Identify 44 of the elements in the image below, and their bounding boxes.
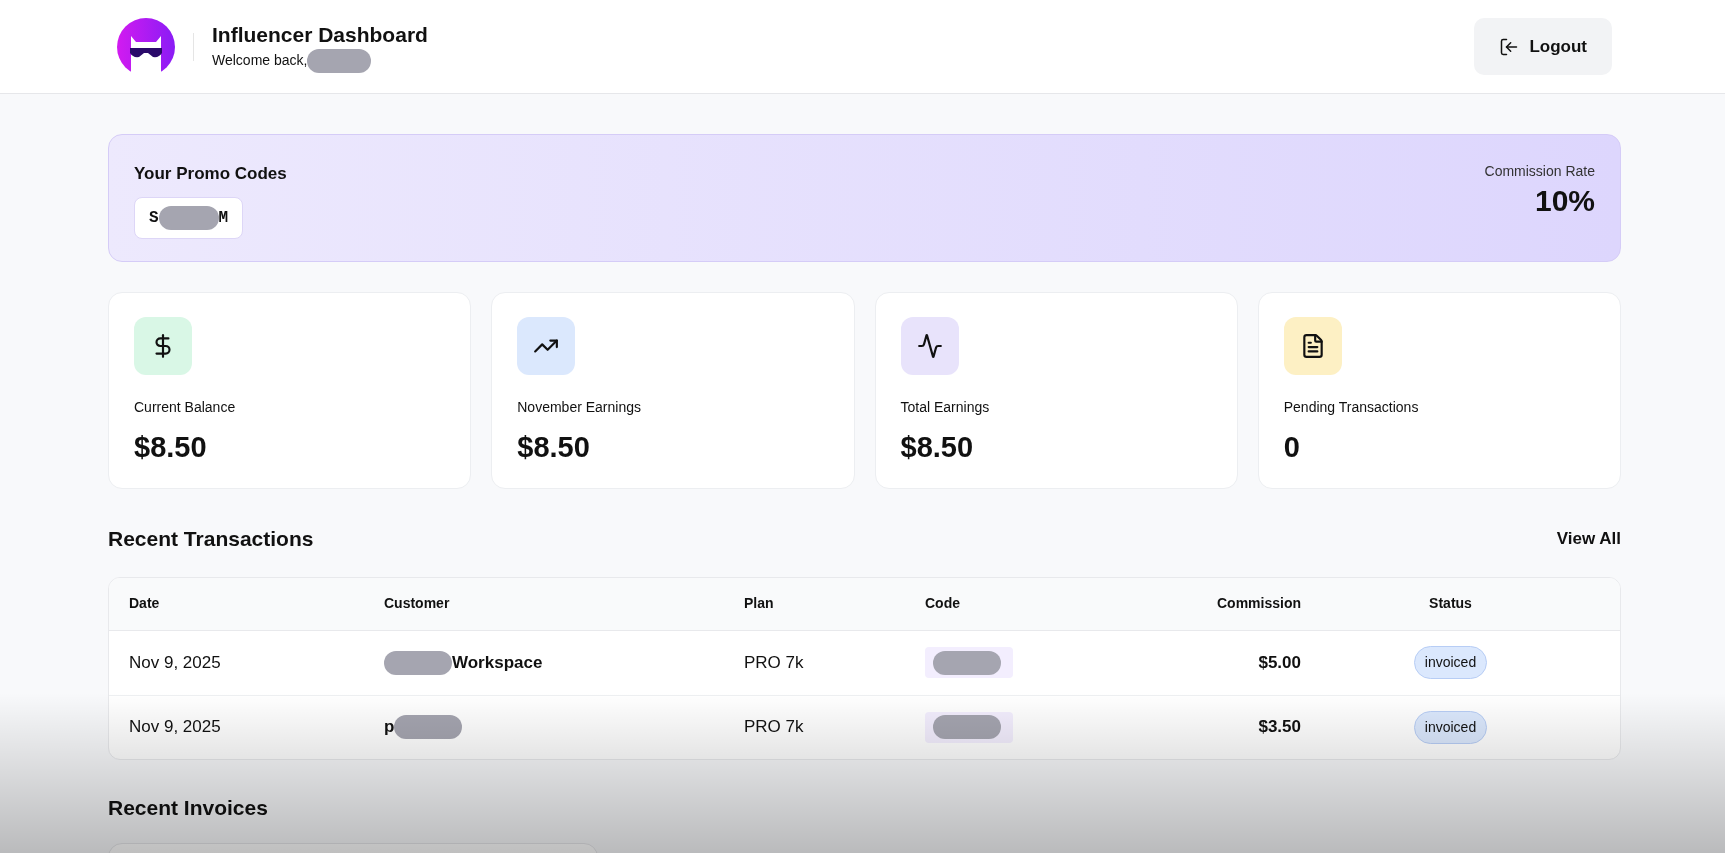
- table-cell-text: Workspace: [452, 651, 543, 674]
- table-cell-text: PRO 7k: [744, 716, 805, 739]
- stat-label: Current Balance: [134, 398, 237, 417]
- table-cell-text: $3.50: [1258, 716, 1301, 739]
- redaction-mark: [933, 715, 1001, 739]
- redaction-mark: [307, 48, 372, 73]
- table-cell-text: p: [384, 716, 395, 739]
- status-badge: invoiced: [1413, 646, 1488, 679]
- stat-label: November Earnings: [517, 398, 642, 417]
- redaction-mark: [158, 205, 219, 230]
- welcome-text: Welcome back,: [212, 51, 308, 70]
- logo: [117, 17, 175, 76]
- redaction-mark: [384, 650, 452, 675]
- redaction-mark: [933, 650, 1001, 675]
- status-badge: invoiced: [1413, 710, 1488, 744]
- column-header: Date: [129, 594, 161, 613]
- exit-icon: [1499, 36, 1520, 57]
- table-cell-text: PRO 7k: [744, 651, 805, 674]
- column-header: Customer: [384, 594, 451, 613]
- promo-title: Your Promo Codes: [134, 163, 287, 185]
- section-title: Recent Transactions: [108, 526, 314, 552]
- stat-label: Pending Transactions: [1283, 398, 1420, 417]
- section-title: Recent Invoices: [108, 794, 269, 821]
- stat-label: Total Earnings: [900, 398, 991, 417]
- table-cell-text: Nov 9, 2025: [129, 651, 222, 674]
- rate-label: Commission Rate: [1484, 162, 1595, 181]
- code-text: S: [149, 207, 159, 229]
- redaction-mark: [394, 715, 463, 739]
- code-text: M: [218, 207, 229, 229]
- table-cell-text: $5.00: [1258, 651, 1301, 674]
- rate-value: 10%: [1534, 183, 1595, 219]
- stat-value: $8.50: [134, 430, 208, 465]
- column-header: Code: [925, 594, 961, 613]
- table-cell-text: Nov 9, 2025: [129, 716, 222, 739]
- page-title: Influencer Dashboard: [212, 21, 428, 48]
- column-header: Commission: [1217, 594, 1301, 613]
- stat-value: $8.50: [900, 430, 975, 465]
- view-all-link[interactable]: View All: [1556, 526, 1621, 552]
- column-header: Status: [1429, 594, 1472, 613]
- column-header: Plan: [744, 594, 775, 613]
- logout-button[interactable]: Logout: [1474, 18, 1612, 75]
- stat-value: $8.50: [517, 430, 591, 465]
- stat-value: 0: [1283, 430, 1301, 465]
- pulse-icon: [916, 333, 943, 359]
